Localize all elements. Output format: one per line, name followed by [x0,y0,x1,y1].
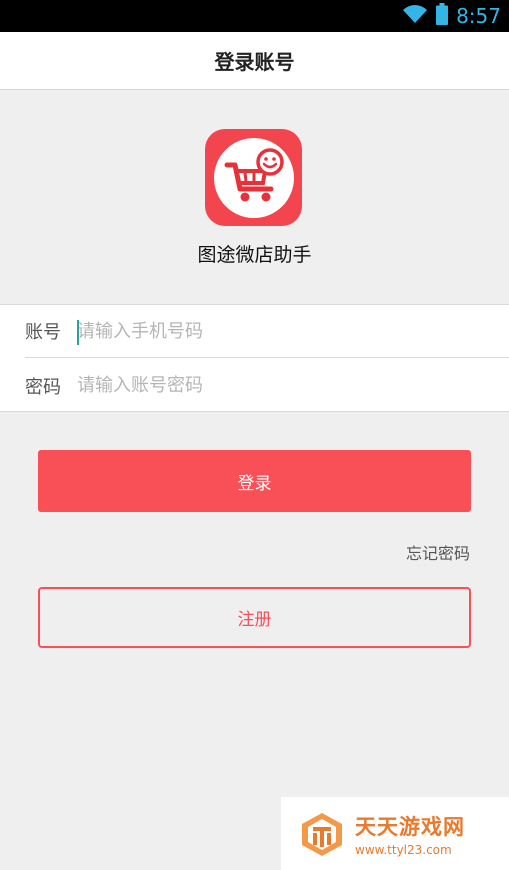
watermark-url: www.ttyl23.com [355,842,452,857]
clock-time: 8:57 [456,4,501,28]
text-cursor [77,320,79,345]
watermark-logo-icon [302,812,342,856]
status-bar: 8:57 [0,0,509,32]
password-label: 密码 [25,376,61,398]
watermark-title: 天天游戏网 [355,814,465,839]
shopping-cart-smiley-icon [224,147,284,201]
login-form: 账号 密码 [0,304,509,412]
wifi-icon [402,4,428,28]
login-screen: 8:57 登录账号 图途微店助手 账号 请输入手机号码 密码 登录 忘记密码 注… [0,0,509,870]
forgot-password-link[interactable]: 忘记密码 [406,540,470,564]
title-bar: 登录账号 [0,32,509,90]
battery-icon [436,3,449,29]
watermark: 天天游戏网 www.ttyl23.com [281,797,509,870]
login-button[interactable]: 登录 [38,450,471,512]
password-row: 密码 [25,359,509,412]
account-input[interactable] [77,305,509,357]
app-name: 图途微店助手 [197,244,312,266]
password-input[interactable] [77,359,509,412]
page-title: 登录账号 [214,50,295,74]
account-row: 账号 [25,305,509,358]
register-button[interactable]: 注册 [38,587,471,648]
app-logo [205,129,302,226]
account-label: 账号 [25,322,61,343]
